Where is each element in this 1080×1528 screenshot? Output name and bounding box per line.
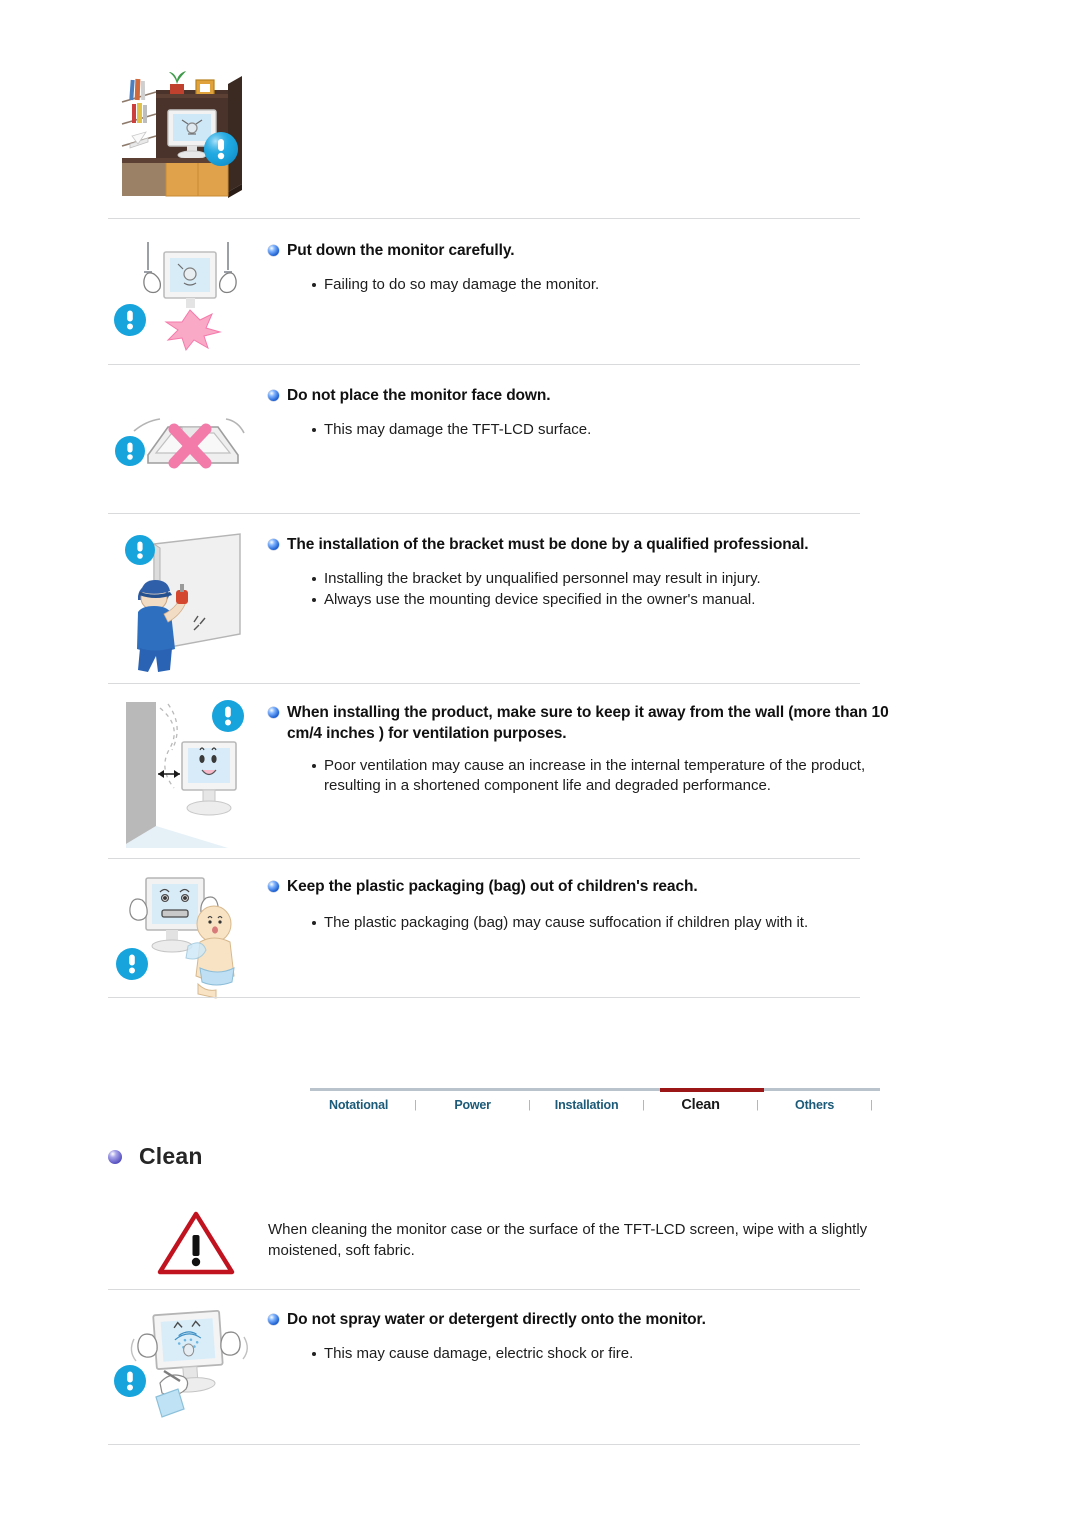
tab-others[interactable]: Others xyxy=(766,1098,863,1112)
blue-sphere-bullet-icon xyxy=(268,245,279,256)
warning-triangle-icon xyxy=(156,1209,236,1277)
tab-separator: | xyxy=(870,1099,874,1111)
divider xyxy=(108,858,860,859)
divider xyxy=(108,1444,860,1445)
bullet-list: This may cause damage, electric shock or… xyxy=(268,1344,1020,1364)
blue-sphere-bullet-icon xyxy=(268,707,279,718)
tab-separator: | xyxy=(756,1099,760,1111)
tab-bar-rule xyxy=(310,1088,880,1091)
section-clean-notice: When cleaning the monitor case or the su… xyxy=(0,1205,1080,1285)
warning-triangle-svg xyxy=(157,1211,235,1275)
section-bookshelf-content xyxy=(268,66,1020,70)
divider xyxy=(108,1289,860,1290)
put-down-monitor-svg xyxy=(114,242,237,352)
monitor-on-bookshelf-illustration xyxy=(108,66,268,206)
purple-sphere-bullet-icon xyxy=(108,1149,122,1164)
tab-clean[interactable]: Clean xyxy=(652,1097,749,1113)
list-item: Poor ventilation may cause an increase i… xyxy=(268,756,924,796)
list-item: This may damage the TFT-LCD surface. xyxy=(268,420,1020,440)
tab-installation[interactable]: Installation xyxy=(538,1098,635,1112)
blue-sphere-bullet-icon xyxy=(268,539,279,550)
section-plastic-bag: Keep the plastic packaging (bag) out of … xyxy=(0,872,1080,1002)
bullet-list: Failing to do so may damage the monitor. xyxy=(268,275,1020,295)
section-wall-clearance-content: When installing the product, make sure t… xyxy=(268,698,1020,797)
bullet-list: This may damage the TFT-LCD surface. xyxy=(268,420,1020,440)
clean-notice-content: When cleaning the monitor case or the su… xyxy=(268,1205,1020,1261)
active-tab-underline xyxy=(660,1088,764,1092)
bracket-installation-illustration xyxy=(108,530,268,680)
list-item: The plastic packaging (bag) may cause su… xyxy=(268,913,904,933)
section-heading: The installation of the bracket must be … xyxy=(268,534,1020,555)
page-title-text: Clean xyxy=(139,1143,203,1169)
section-heading: Do not spray water or detergent directly… xyxy=(268,1309,1020,1330)
blue-sphere-bullet-icon xyxy=(268,390,279,401)
bookshelf-svg xyxy=(121,71,242,198)
bullet-list: The plastic packaging (bag) may cause su… xyxy=(268,913,1020,933)
divider xyxy=(108,997,860,998)
list-item: Installing the bracket by unqualified pe… xyxy=(268,569,1020,589)
section-wall-clearance: When installing the product, make sure t… xyxy=(0,698,1080,853)
section-heading-text: Put down the monitor carefully. xyxy=(287,242,515,259)
face-down-svg xyxy=(115,418,245,469)
bracket-svg xyxy=(125,533,241,672)
list-item: Failing to do so may damage the monitor. xyxy=(268,275,1020,295)
spray-water-on-monitor-illustration xyxy=(108,1305,268,1435)
section-face-down-content: Do not place the monitor face down. This… xyxy=(268,381,1020,441)
wall-clearance-illustration xyxy=(108,698,268,853)
put-down-monitor-illustration xyxy=(108,236,268,356)
section-put-down-monitor-content: Put down the monitor carefully. Failing … xyxy=(268,236,1020,296)
section-put-down-monitor: Put down the monitor carefully. Failing … xyxy=(0,236,1080,356)
divider xyxy=(108,218,860,219)
section-bracket-content: The installation of the bracket must be … xyxy=(268,530,1020,611)
section-heading-text: The installation of the bracket must be … xyxy=(287,536,809,553)
section-bracket-installation: The installation of the bracket must be … xyxy=(0,530,1080,680)
section-do-not-spray-content: Do not spray water or detergent directly… xyxy=(268,1305,1020,1365)
divider xyxy=(108,683,860,684)
plastic-bag-svg xyxy=(116,877,235,999)
bullet-list: Installing the bracket by unqualified pe… xyxy=(268,569,1020,610)
list-item: Always use the mounting device specified… xyxy=(268,590,1020,610)
list-item: This may cause damage, electric shock or… xyxy=(268,1344,1020,1364)
section-heading: Put down the monitor carefully. xyxy=(268,240,1020,261)
section-bookshelf xyxy=(0,66,1080,206)
blue-sphere-bullet-icon xyxy=(268,881,279,892)
manual-page: Put down the monitor carefully. Failing … xyxy=(0,0,1080,1528)
spray-water-svg xyxy=(114,1309,248,1418)
section-heading-text: Keep the plastic packaging (bag) out of … xyxy=(287,878,698,895)
tab-separator: | xyxy=(414,1099,418,1111)
section-heading-text: When installing the product, make sure t… xyxy=(287,704,889,742)
section-heading: Do not place the monitor face down. xyxy=(268,385,1020,406)
section-heading-text: Do not place the monitor face down. xyxy=(287,387,551,404)
tab-separator: | xyxy=(528,1099,532,1111)
divider xyxy=(108,364,860,365)
clean-notice-text: When cleaning the monitor case or the su… xyxy=(268,1221,868,1259)
blue-sphere-bullet-icon xyxy=(268,1314,279,1325)
section-face-down: Do not place the monitor face down. This… xyxy=(0,381,1080,491)
section-plastic-bag-content: Keep the plastic packaging (bag) out of … xyxy=(268,872,1020,934)
bullet-list: Poor ventilation may cause an increase i… xyxy=(268,756,1020,796)
warning-triangle-wrap xyxy=(108,1205,268,1285)
tab-separator: | xyxy=(642,1099,646,1111)
tab-notational[interactable]: Notational xyxy=(310,1098,407,1112)
section-heading: When installing the product, make sure t… xyxy=(268,702,1020,744)
divider xyxy=(108,513,860,514)
monitor-face-down-illustration xyxy=(108,381,268,491)
wall-clearance-svg xyxy=(126,700,244,848)
tab-power[interactable]: Power xyxy=(424,1098,521,1112)
section-heading: Keep the plastic packaging (bag) out of … xyxy=(268,876,1020,897)
section-tab-bar: Notational | Power | Installation | Clea… xyxy=(310,1088,880,1128)
section-do-not-spray: Do not spray water or detergent directly… xyxy=(0,1305,1080,1435)
page-title: Clean xyxy=(108,1143,203,1170)
section-heading-text: Do not spray water or detergent directly… xyxy=(287,1311,706,1328)
plastic-bag-child-illustration xyxy=(108,872,268,1002)
tab-list: Notational | Power | Installation | Clea… xyxy=(310,1097,880,1113)
